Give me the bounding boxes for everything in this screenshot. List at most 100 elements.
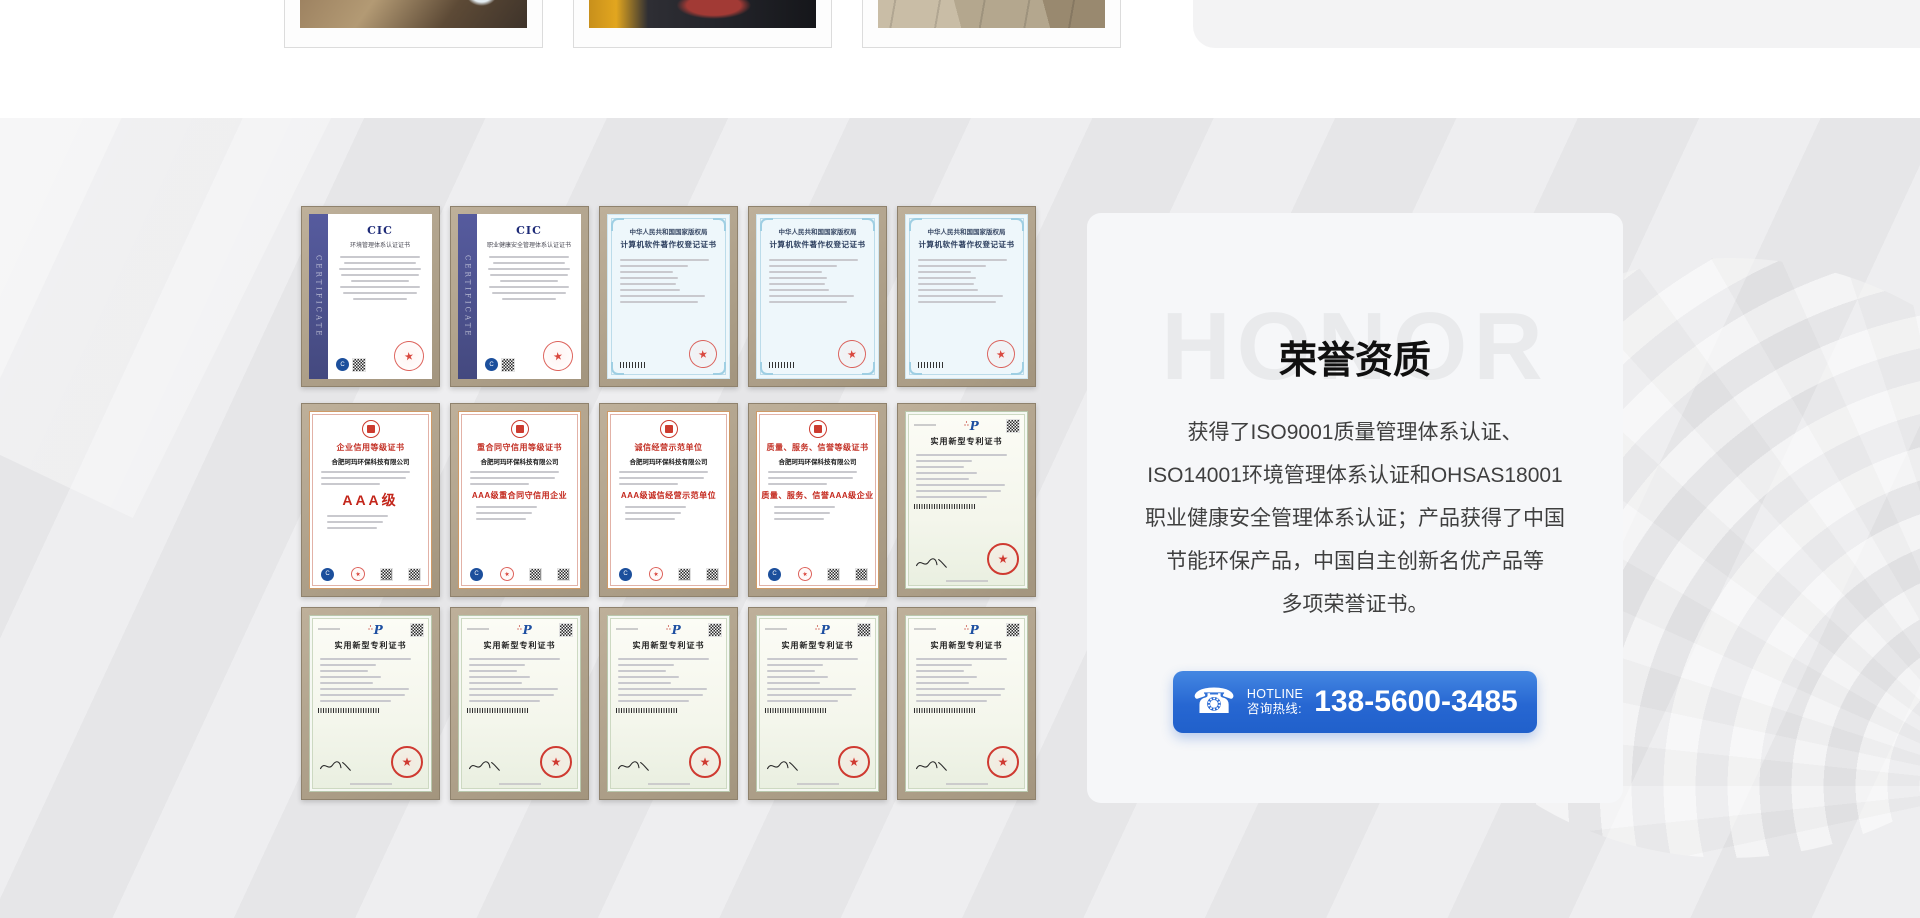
certificate-patent[interactable]: ∴P实用新型专利证书★ (748, 607, 887, 800)
text-line (916, 694, 1001, 696)
certificate-page: 中华人民共和国国家版权局计算机软件著作权登记证书★ (607, 214, 730, 379)
certificate-credit[interactable]: 企业信用等级证书合肥珂玛环保科技有限公司AAA级C★ (301, 403, 440, 597)
certificate-seals-row: ★ (915, 340, 1018, 370)
certificate-patent[interactable]: ∴P实用新型专利证书★ (897, 607, 1036, 800)
project-photo-card-2[interactable] (573, 0, 832, 48)
cnipa-logo-icon: ∴P (815, 624, 830, 636)
certificate-patent[interactable]: ∴P实用新型专利证书★ (599, 607, 738, 800)
project-photo-card-3[interactable] (862, 0, 1121, 48)
certificate-page: CERTIFICATECIC职业健康安全管理体系认证证书C★ (458, 214, 581, 379)
body-text-lines (615, 471, 722, 485)
text-line (469, 682, 522, 684)
text-line (918, 265, 986, 267)
corner-flourish-icon (909, 218, 922, 231)
certificate-credit[interactable]: 重合同守信用等级证书合肥珂玛环保科技有限公司AAA级重合同守信用企业C★ (450, 403, 589, 597)
certificate-title: 职业健康安全管理体系认证证书 (487, 240, 571, 249)
text-line (343, 292, 417, 294)
text-line (340, 286, 419, 288)
certificate-copyright[interactable]: 中华人民共和国国家版权局计算机软件著作权登记证书★ (748, 206, 887, 387)
body-text-lines (914, 658, 1019, 702)
certificate-title: 企业信用等级证书 (337, 442, 405, 453)
text-line (476, 518, 526, 520)
certificate-copyright[interactable]: 中华人民共和国国家版权局计算机软件著作权登记证书★ (599, 206, 738, 387)
certificate-seals-row: C★ (764, 567, 871, 582)
certificate-patent[interactable]: ∴P实用新型专利证书★ (450, 607, 589, 800)
text-line (476, 512, 532, 514)
text-line (618, 664, 674, 666)
text-line (916, 460, 972, 462)
text-line (769, 289, 829, 291)
body-text-lines (615, 506, 722, 520)
certificate-row: CERTIFICATECIC环境管理体系认证证书C★CERTIFICATECIC… (301, 206, 1036, 387)
text-line (769, 265, 837, 267)
certificate-seals-row: ★ (766, 340, 869, 370)
text-line (767, 676, 828, 678)
footer-line (797, 783, 839, 785)
corner-flourish-icon (611, 218, 624, 231)
certificate-patent[interactable]: ∴P实用新型专利证书★ (897, 403, 1036, 597)
red-emblem-icon (660, 420, 678, 438)
certificate-credit[interactable]: 诚信经营示范单位合肥珂玛环保科技有限公司AAA级诚信经营示范单位C★ (599, 403, 738, 597)
red-emblem-core (814, 425, 822, 433)
certificate-seals-row: C★ (615, 567, 722, 582)
certificate-page: CERTIFICATECIC环境管理体系认证证书C★ (309, 214, 432, 379)
company-name: 合肥珂玛环保科技有限公司 (630, 456, 708, 466)
text-line (619, 477, 704, 479)
certificate-header: ∴P (616, 624, 721, 636)
construction-photo-excavation (300, 0, 527, 28)
qr-code-icon (858, 624, 870, 636)
certificate-seals-row: ★ (467, 746, 572, 779)
certificate-credit[interactable]: 质量、服务、信誉等级证书合肥珂玛环保科技有限公司质量、服务、信誉AAA级企业C★ (748, 403, 887, 597)
honor-panel: HONOR 荣誉资质 获得了ISO9001质量管理体系认证、 ISO14001环… (1087, 213, 1623, 803)
cnipa-logo-dots: ∴ (368, 623, 372, 632)
barcode-icon (914, 504, 975, 509)
construction-photo-machinery (589, 0, 816, 28)
text-line (321, 477, 406, 479)
body-text-lines (617, 259, 720, 303)
cnipa-logo-dots: ∴ (815, 623, 819, 632)
certificate-page: 质量、服务、信誉等级证书合肥珂玛环保科技有限公司质量、服务、信誉AAA级企业C★ (756, 411, 879, 589)
text-line (767, 664, 823, 666)
section-title: 荣誉资质 (1087, 329, 1623, 384)
text-line (916, 496, 987, 498)
text-line (618, 670, 666, 672)
phone-icon: ☎ (1192, 684, 1236, 719)
certificate-copyright[interactable]: 中华人民共和国国家版权局计算机软件著作权登记证书★ (897, 206, 1036, 387)
certificate-grade: AAA级 (342, 490, 398, 510)
text-line (476, 506, 537, 508)
qr-code-icon (1007, 420, 1019, 432)
body-text-lines (915, 259, 1018, 303)
red-seal-icon: ★ (648, 566, 664, 582)
certificate-page: ∴P实用新型专利证书★ (309, 615, 432, 792)
text-line (918, 295, 1003, 297)
certificate-side-band: CERTIFICATE (458, 214, 477, 379)
body-text-lines (766, 259, 869, 303)
footer-line (946, 783, 988, 785)
text-line (327, 515, 388, 517)
company-name: 合肥珂玛环保科技有限公司 (332, 456, 410, 466)
qr-code-icon (707, 569, 718, 580)
red-seal-icon: ★ (987, 746, 1019, 778)
certificate-cic[interactable]: CERTIFICATECIC环境管理体系认证证书C★ (301, 206, 440, 387)
text-line (916, 490, 1001, 492)
certificate-number-line (914, 628, 936, 630)
certificate-header: ∴P (914, 420, 1019, 432)
red-seal-icon: ★ (987, 543, 1019, 575)
project-photo-card-1[interactable] (284, 0, 543, 48)
certificate-body: CIC职业健康安全管理体系认证证书C★ (477, 214, 581, 379)
certificate-patent[interactable]: ∴P实用新型专利证书★ (301, 607, 440, 800)
hotline-button[interactable]: ☎ HOTLINE 咨询热线: 138-5600-3485 (1173, 671, 1537, 733)
certificate-cic[interactable]: CERTIFICATECIC职业健康安全管理体系认证证书C★ (450, 206, 589, 387)
company-name: 合肥珂玛环保科技有限公司 (779, 456, 857, 466)
signature (318, 759, 352, 778)
text-line (327, 527, 377, 529)
text-line (620, 301, 698, 303)
text-line (493, 262, 565, 264)
org-logo-icon: C (768, 568, 781, 581)
text-line (344, 262, 416, 264)
text-line (767, 694, 852, 696)
body-text-lines (466, 506, 573, 520)
text-line (489, 286, 568, 288)
certificate-seals-row: C★ (483, 341, 575, 373)
org-logo-icon: C (336, 358, 349, 371)
